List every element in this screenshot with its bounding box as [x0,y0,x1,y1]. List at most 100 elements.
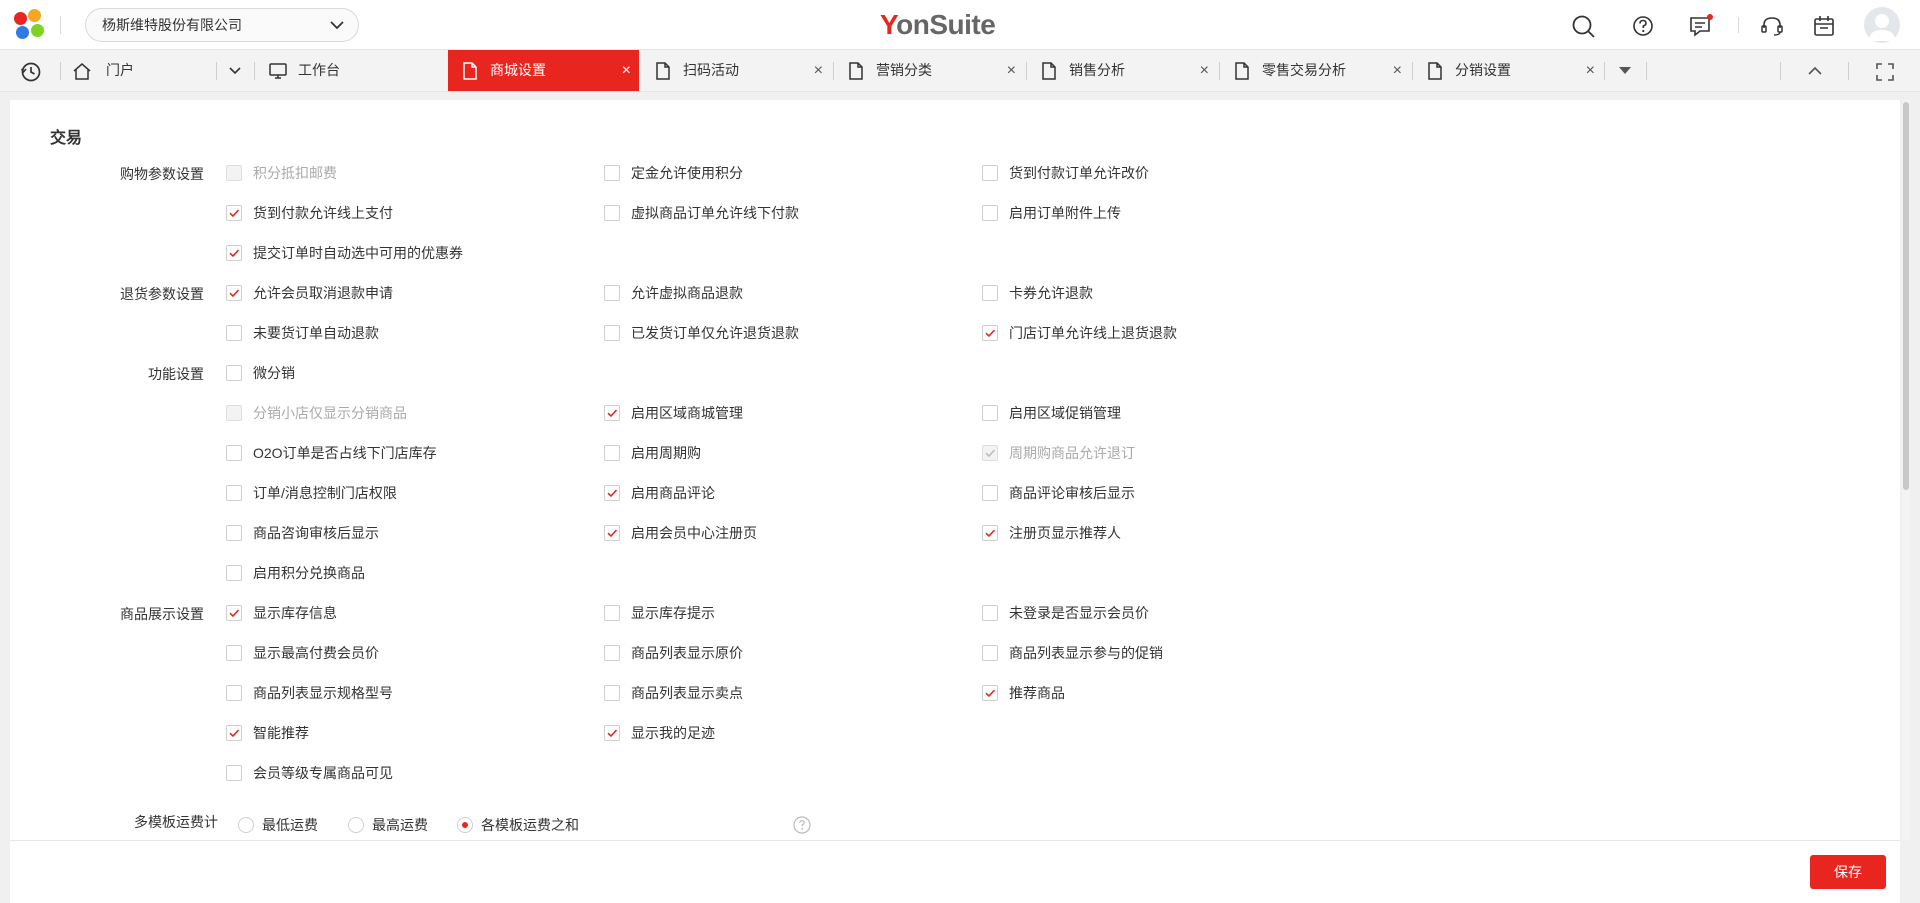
headset-icon[interactable] [1759,13,1785,39]
checkbox-checked[interactable] [982,525,998,541]
tab-scan-campaign[interactable]: 扫码活动 × [641,50,831,91]
option-label: O2O订单是否占线下门店库存 [253,445,437,461]
tab-label: 工作台 [298,62,340,78]
org-selector[interactable]: 杨斯维特股份有限公司 [85,8,359,42]
message-icon[interactable] [1688,13,1714,39]
tab-sales-analysis[interactable]: 销售分析 × [1027,50,1217,91]
checkbox[interactable] [226,685,242,701]
checkbox-checked[interactable] [226,725,242,741]
checkbox[interactable] [982,605,998,621]
checkbox[interactable] [226,765,242,781]
close-icon[interactable]: × [1586,50,1595,91]
checkbox[interactable] [226,445,242,461]
tab-label: 销售分析 [1069,62,1125,78]
close-icon[interactable]: × [622,50,631,91]
checkbox-checked[interactable] [226,245,242,261]
footer-bar: 保存 [10,840,1900,903]
checkbox-checked[interactable] [604,405,620,421]
scrollbar-thumb[interactable] [1903,102,1909,490]
header-divider [60,16,61,34]
checkbox[interactable] [982,645,998,661]
checkbox[interactable] [604,445,620,461]
option-label: 提交订单时自动选中可用的优惠券 [253,245,463,261]
scrollbar[interactable] [1902,100,1910,840]
option-label: 启用会员中心注册页 [631,525,757,541]
option-label: 卡券允许退款 [1009,285,1093,301]
group-label-display: 商品展示设置 [120,606,204,622]
calendar-icon[interactable] [1811,13,1837,39]
close-icon[interactable]: × [1007,50,1016,91]
tab-distribution-settings[interactable]: 分销设置 × [1413,50,1603,91]
checkbox[interactable] [226,165,242,181]
close-icon[interactable]: × [1393,50,1402,91]
option-label: 商品列表显示参与的促销 [1009,645,1163,661]
checkbox[interactable] [604,285,620,301]
close-icon[interactable]: × [814,50,823,91]
checkbox-checked[interactable] [604,725,620,741]
checkbox[interactable] [226,405,242,421]
tab-divider [1780,62,1781,80]
checkbox[interactable] [226,645,242,661]
checkbox[interactable] [226,325,242,341]
checkbox-checked[interactable] [604,485,620,501]
app-logo[interactable] [14,9,46,41]
tab-label: 零售交易分析 [1262,62,1346,78]
tab-mall-settings[interactable]: 商城设置 × [448,50,639,91]
checkbox[interactable] [604,205,620,221]
radio-circle[interactable] [348,817,364,833]
checkbox[interactable] [226,485,242,501]
close-icon[interactable]: × [1200,50,1209,91]
radio-circle[interactable] [238,817,254,833]
option-label: 货到付款允许线上支付 [253,205,393,221]
avatar[interactable] [1864,7,1900,43]
checkbox[interactable] [982,285,998,301]
checkbox[interactable] [982,205,998,221]
radio-dot [462,822,468,828]
checkbox-checked[interactable] [226,285,242,301]
help-circle-icon[interactable] [793,816,811,834]
search-icon[interactable] [1570,13,1596,39]
checkbox-checked[interactable] [226,205,242,221]
caret-down-icon[interactable] [1617,65,1633,77]
radio-selected[interactable] [457,817,473,833]
checkbox[interactable] [982,485,998,501]
chevron-up-icon[interactable] [1807,65,1823,77]
save-button[interactable]: 保存 [1810,855,1886,889]
header-divider [1738,17,1739,33]
checkbox[interactable] [604,325,620,341]
checkbox-checked[interactable] [604,525,620,541]
option-label: 会员等级专属商品可见 [253,765,393,781]
tab-workbench[interactable]: 工作台 [256,50,446,91]
checkbox[interactable] [226,525,242,541]
fullscreen-icon[interactable] [1875,62,1895,82]
checkbox[interactable] [226,565,242,581]
checkmark-icon [985,689,996,698]
checkbox-checked[interactable] [982,325,998,341]
checkbox[interactable] [604,685,620,701]
tab-retail-analysis[interactable]: 零售交易分析 × [1220,50,1410,91]
tab-home[interactable]: 门户 [62,50,252,91]
checkbox[interactable] [604,605,620,621]
option-label: 启用商品评论 [631,485,715,501]
checkbox[interactable] [604,645,620,661]
tab-divider [1646,62,1647,80]
home-icon [73,63,91,80]
checkbox-checked[interactable] [982,445,998,461]
checkbox[interactable] [226,365,242,381]
tab-label: 门户 [106,62,134,78]
tab-divider [1604,62,1605,80]
checkbox[interactable] [982,405,998,421]
chevron-down-icon [330,21,344,30]
option-label: 显示最高付费会员价 [253,645,379,661]
chevron-down-icon[interactable] [228,66,242,76]
history-icon[interactable] [20,61,42,83]
checkbox[interactable] [982,165,998,181]
help-icon[interactable] [1630,13,1656,39]
checkbox-checked[interactable] [982,685,998,701]
tab-marketing-category[interactable]: 营销分类 × [834,50,1024,91]
checkbox[interactable] [604,165,620,181]
document-icon [1428,62,1442,80]
checkbox-checked[interactable] [226,605,242,621]
brand-logo: YonSuite [880,9,996,40]
option-label: 积分抵扣邮费 [253,165,337,181]
